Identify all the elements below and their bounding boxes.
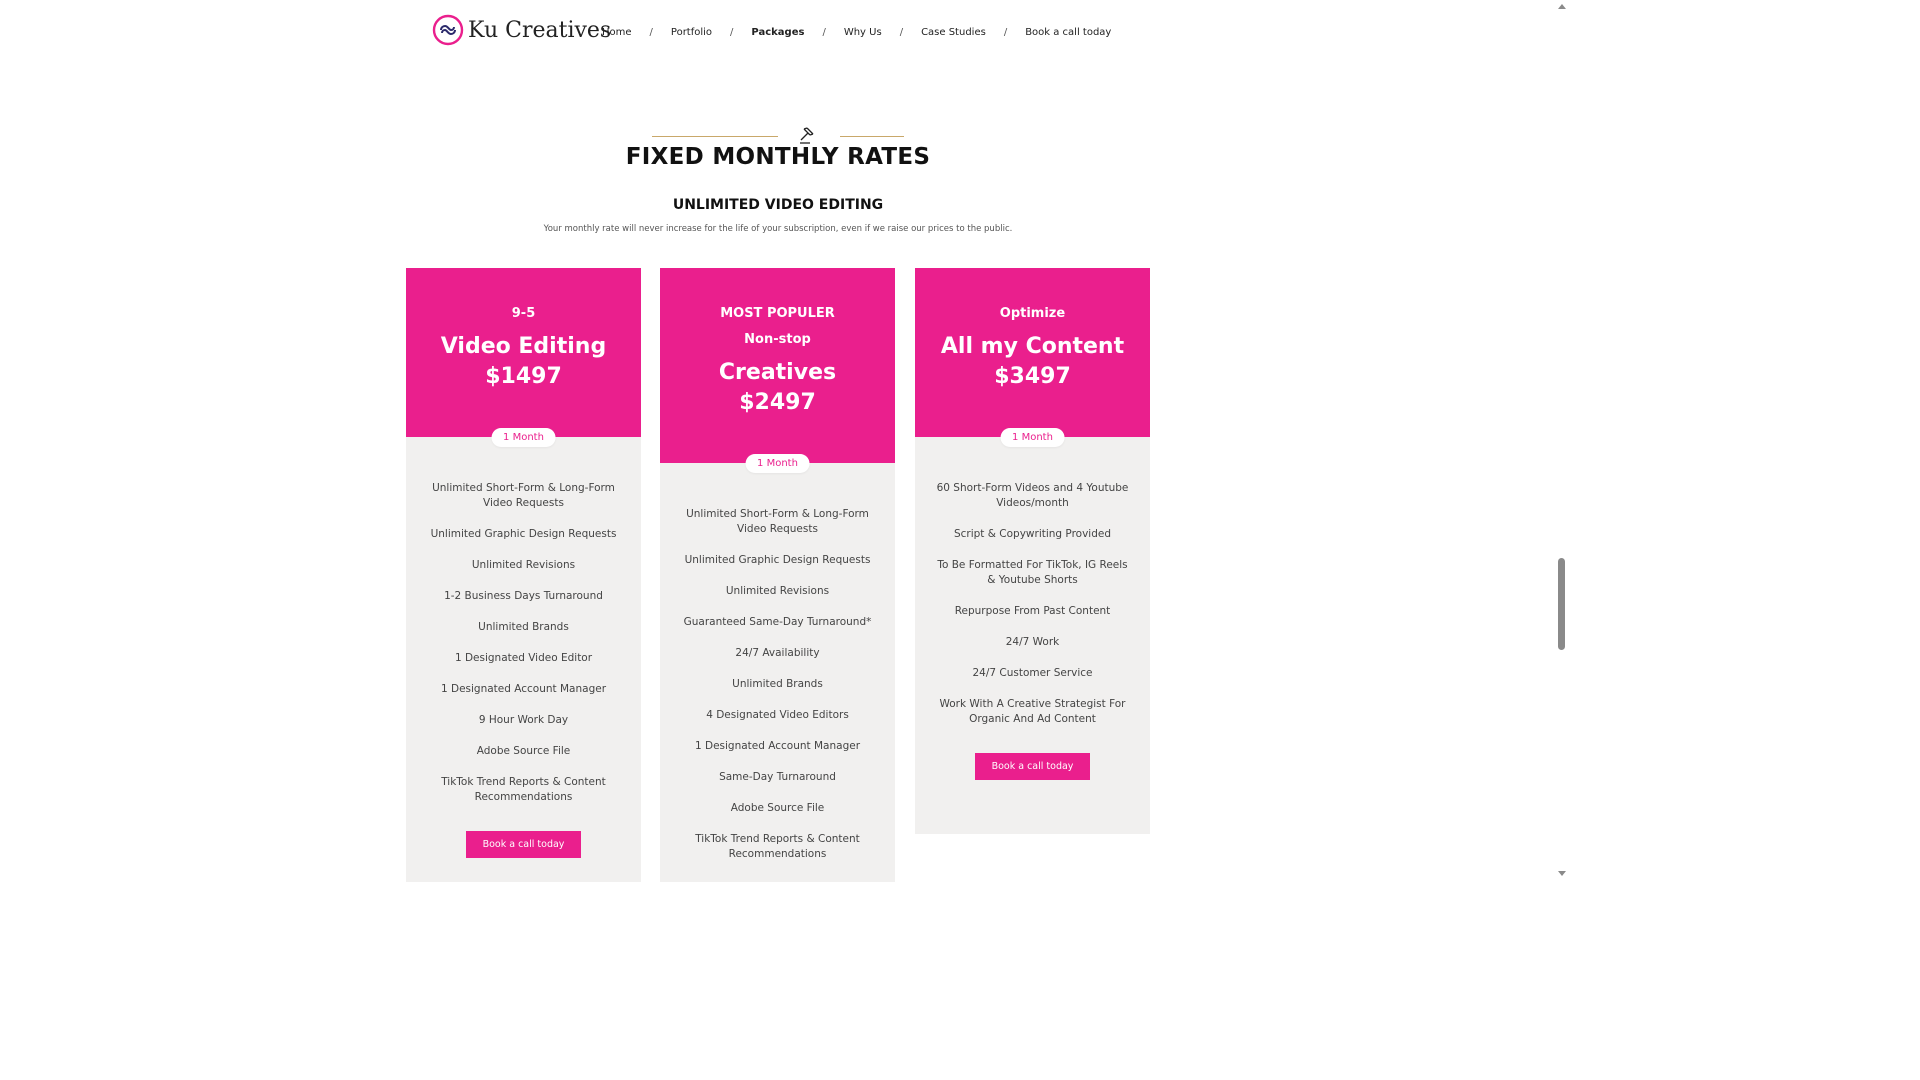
plan-tier: 9-5 bbox=[511, 306, 536, 321]
feature-item: To Be Formatted For TikTok, IG Reels & Y… bbox=[937, 559, 1128, 586]
feature-item: Same-Day Turnaround bbox=[719, 771, 836, 783]
book-call-button[interactable]: Book a call today bbox=[975, 753, 1090, 780]
nav-case-studies[interactable]: Case Studies bbox=[921, 27, 986, 38]
feature-item: TikTok Trend Reports & Content Recommend… bbox=[695, 833, 860, 860]
feature-item: 9 Hour Work Day bbox=[478, 714, 569, 726]
plan-name: Creatives bbox=[718, 360, 837, 385]
plan-period-badge: 1 Month bbox=[745, 454, 810, 473]
feature-item: Work With A Creative Strategist For Orga… bbox=[939, 698, 1126, 725]
scrollbar-thumb[interactable] bbox=[1558, 558, 1565, 650]
feature-item: Unlimited Revisions bbox=[471, 559, 576, 571]
plan-card-video-editing: 9-5 Video Editing $1497 1 Month Unlimite… bbox=[406, 268, 641, 882]
section-tagline: Your monthly rate will never increase fo… bbox=[543, 224, 1013, 234]
feature-item: 24/7 Work bbox=[1005, 636, 1060, 648]
section-subtitle: UNLIMITED VIDEO EDITING bbox=[672, 197, 884, 213]
plan-name: All my Content bbox=[940, 334, 1125, 359]
infinity-logo-icon bbox=[432, 14, 464, 46]
plan-price: $1497 bbox=[485, 364, 562, 389]
feature-item: Unlimited Brands bbox=[732, 678, 823, 690]
feature-list: Unlimited Short-Form & Long-Form Video R… bbox=[660, 507, 895, 862]
plan-header: Optimize All my Content $3497 1 Month bbox=[915, 268, 1150, 447]
nav-separator: / bbox=[822, 27, 826, 38]
feature-item: Script & Copywriting Provided bbox=[953, 528, 1112, 540]
section-title: FIXED MONTHLY RATES bbox=[625, 144, 931, 170]
feature-item: Unlimited Short-Form & Long-Form Video R… bbox=[686, 508, 869, 535]
nav-separator: / bbox=[1003, 27, 1008, 38]
feature-item: Unlimited Short-Form & Long-Form Video R… bbox=[432, 482, 615, 509]
plan-period-badge: 1 Month bbox=[491, 428, 556, 447]
feature-list: 60 Short-Form Videos and 4 Youtube Video… bbox=[915, 481, 1150, 727]
feature-item: 24/7 Availability bbox=[735, 647, 820, 659]
scroll-down-arrow-icon[interactable] bbox=[1558, 871, 1566, 876]
feature-item: Unlimited Graphic Design Requests bbox=[430, 528, 617, 540]
plan-header: 9-5 Video Editing $1497 1 Month bbox=[406, 268, 641, 447]
nav-packages[interactable]: Packages bbox=[751, 27, 804, 38]
plan-card-creatives: MOST POPULER Non-stop Creatives $2497 1 … bbox=[660, 268, 895, 882]
feature-item: 1 Designated Account Manager bbox=[694, 740, 861, 752]
feature-item: Unlimited Graphic Design Requests bbox=[684, 554, 871, 566]
nav-why-us[interactable]: Why Us bbox=[844, 27, 882, 38]
feature-item: Guaranteed Same-Day Turnaround* bbox=[683, 616, 872, 628]
plan-name: Video Editing bbox=[440, 334, 607, 359]
feature-item: Adobe Source File bbox=[730, 802, 825, 814]
nav-book-call[interactable]: Book a call today bbox=[1025, 27, 1111, 38]
plan-price: $3497 bbox=[994, 364, 1071, 389]
heading-rule-right bbox=[840, 136, 904, 137]
gavel-icon bbox=[800, 127, 814, 144]
feature-item: 1-2 Business Days Turnaround bbox=[444, 590, 603, 602]
plan-subtier: Non-stop bbox=[744, 332, 811, 347]
feature-item: 24/7 Customer Service bbox=[972, 667, 1093, 679]
feature-item: TikTok Trend Reports & Content Recommend… bbox=[441, 776, 606, 803]
feature-item: Unlimited Brands bbox=[478, 621, 569, 633]
scroll-up-arrow-icon[interactable] bbox=[1558, 4, 1566, 9]
book-call-button[interactable]: Book a call today bbox=[466, 831, 581, 858]
plan-header: MOST POPULER Non-stop Creatives $2497 1 … bbox=[660, 268, 895, 473]
feature-item: Repurpose From Past Content bbox=[954, 605, 1111, 617]
feature-item: Adobe Source File bbox=[476, 745, 571, 757]
nav-portfolio[interactable]: Portfolio bbox=[671, 27, 712, 38]
page-scrollbar[interactable] bbox=[1556, 0, 1568, 882]
nav-separator: / bbox=[649, 27, 653, 38]
brand-logo[interactable]: Ku Creatives bbox=[432, 14, 611, 46]
plan-tier: Optimize bbox=[999, 306, 1066, 321]
feature-list: Unlimited Short-Form & Long-Form Video R… bbox=[406, 481, 641, 805]
feature-item: 60 Short-Form Videos and 4 Youtube Video… bbox=[936, 482, 1129, 509]
feature-item: 1 Designated Account Manager bbox=[440, 683, 607, 695]
brand-name: Ku Creatives bbox=[468, 17, 612, 43]
nav-home[interactable]: Home bbox=[602, 27, 632, 38]
feature-item: Unlimited Revisions bbox=[725, 585, 830, 597]
plan-price: $2497 bbox=[739, 390, 816, 415]
plan-period-badge: 1 Month bbox=[1000, 428, 1065, 447]
main-nav: Home / Portfolio / Packages / Why Us / C… bbox=[602, 27, 1111, 38]
feature-item: 4 Designated Video Editors bbox=[706, 709, 849, 721]
feature-item: 1 Designated Video Editor bbox=[454, 652, 593, 664]
plan-card-all-my-content: Optimize All my Content $3497 1 Month 60… bbox=[915, 268, 1150, 834]
heading-rule-left bbox=[652, 136, 778, 137]
site-header: Ku Creatives Home / Portfolio / Packages… bbox=[0, 0, 1568, 70]
plan-tier: MOST POPULER bbox=[720, 306, 835, 321]
nav-separator: / bbox=[730, 27, 734, 38]
nav-separator: / bbox=[899, 27, 904, 38]
